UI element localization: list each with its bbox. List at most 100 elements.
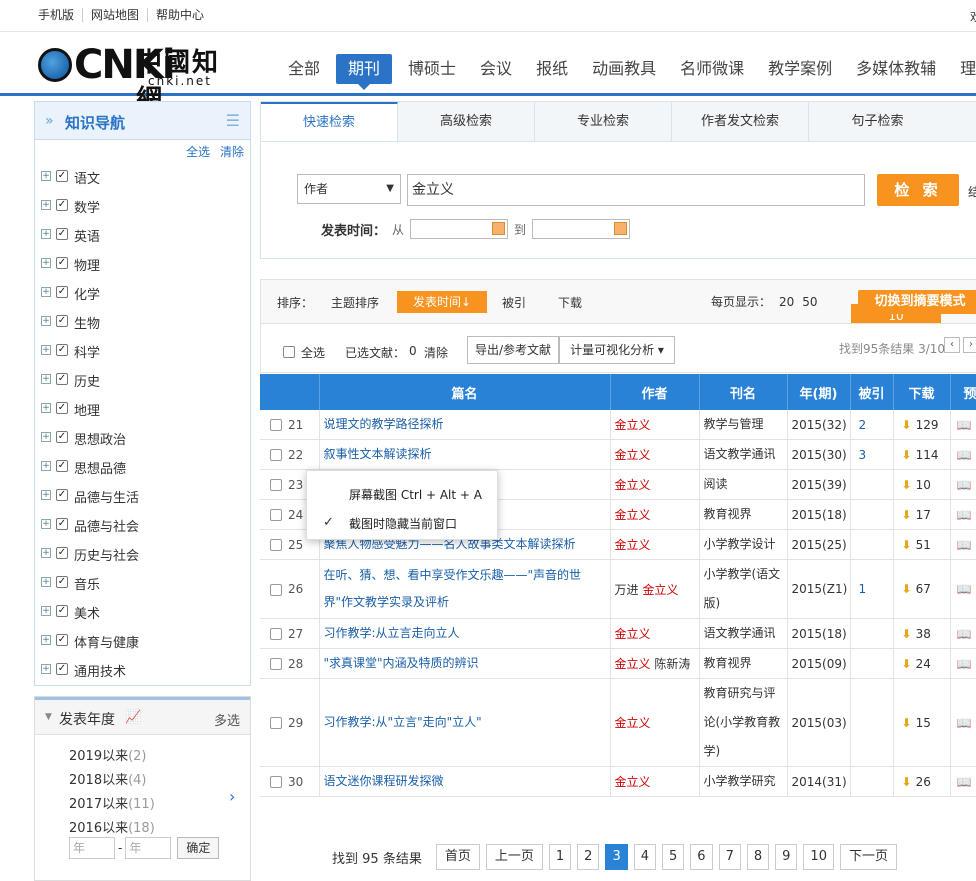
row-checkbox[interactable] [270, 658, 282, 670]
year-from-input[interactable]: 年 [69, 837, 115, 859]
expand-plus-icon[interactable]: + [41, 548, 51, 558]
nav-newspaper[interactable]: 报纸 [524, 54, 580, 84]
article-title-link[interactable]: 说理文的教学路径探析 [319, 410, 611, 440]
download-icon[interactable]: ⬇ [902, 538, 912, 552]
download-cell[interactable]: ⬇ 67 [893, 559, 951, 619]
subject-item[interactable]: + ✓ 思想政治 [35, 425, 250, 454]
tab-sentence-search[interactable]: 句子检索 [809, 102, 946, 141]
per-page-20[interactable]: 20 [779, 295, 794, 309]
page-number-button[interactable]: 1 [548, 844, 572, 870]
subject-item[interactable]: + ✓ 英语 [35, 222, 250, 251]
year-option[interactable]: 2019以来(2) [69, 745, 155, 769]
search-more-link[interactable]: 结 [968, 183, 976, 200]
author-link[interactable]: 金立义 [615, 508, 651, 522]
citation-count[interactable] [850, 648, 894, 679]
page-number-button[interactable]: 5 [662, 844, 685, 870]
table-row[interactable]: 27 习作教学:从立言走向立人 金立义 语文教学通讯 2015(18) ⬇ 38 📖 [260, 618, 976, 649]
subject-item[interactable]: + ✓ 体育与健康 [35, 628, 250, 657]
clear-link[interactable]: 清除 [220, 145, 244, 159]
subject-item[interactable]: + ✓ 品德与社会 [35, 512, 250, 541]
analysis-button[interactable]: 计量可视化分析 ▾ [559, 336, 675, 364]
author-link[interactable]: 金立义 [615, 538, 651, 552]
nav-thesis[interactable]: 博硕士 [396, 54, 468, 84]
year-issue[interactable]: 2015(09) [787, 648, 851, 679]
tab-author-search[interactable]: 作者发文检索 [672, 102, 809, 141]
preview-cell[interactable]: 📖 [950, 618, 976, 649]
article-title-link[interactable]: "求真课堂"内涵及特质的辨识 [319, 648, 611, 679]
subject-checkbox[interactable]: ✓ [56, 257, 68, 269]
collapse-triangle-icon[interactable]: ▼ [45, 712, 52, 722]
subject-item[interactable]: + ✓ 科学 [35, 338, 250, 367]
row-checkbox[interactable] [270, 479, 282, 491]
subject-item[interactable]: + ✓ 音乐 [35, 570, 250, 599]
subject-item[interactable]: + ✓ 美术 [35, 599, 250, 628]
subject-checkbox[interactable]: ✓ [56, 663, 68, 675]
double-chevron-icon[interactable]: » [45, 113, 54, 129]
mobile-link[interactable]: 手机版 [38, 8, 82, 22]
year-issue[interactable]: 2015(30) [787, 439, 851, 470]
sort-by-topic[interactable]: 主题排序 [331, 294, 379, 311]
per-page-50[interactable]: 50 [802, 295, 817, 309]
expand-plus-icon[interactable]: + [41, 345, 51, 355]
page-number-button[interactable]: 8 [746, 844, 770, 870]
page-number-button[interactable]: 3 [605, 844, 628, 870]
citation-count[interactable] [850, 499, 894, 530]
multi-select-link[interactable]: 多选 [214, 710, 240, 729]
subject-checkbox[interactable]: ✓ [56, 489, 68, 501]
page-number-button[interactable]: 10 [803, 844, 834, 870]
sort-by-date[interactable]: 发表时间↓ [397, 291, 487, 313]
preview-book-icon[interactable]: 📖 [957, 448, 972, 462]
row-checkbox[interactable] [270, 449, 282, 461]
table-row[interactable]: 30 语文迷你课程研发探微 金立义 小学教学研究 2014(31) ⬇ 26 📖 [260, 766, 976, 797]
row-checkbox[interactable] [270, 776, 282, 788]
download-icon[interactable]: ⬇ [902, 627, 912, 641]
expand-plus-icon[interactable]: + [41, 664, 51, 674]
row-checkbox[interactable] [270, 509, 282, 521]
expand-plus-icon[interactable]: + [41, 606, 51, 616]
citation-count[interactable]: 2 [850, 410, 894, 440]
preview-book-icon[interactable]: 📖 [957, 478, 972, 492]
calendar-icon[interactable] [614, 222, 628, 235]
subject-checkbox[interactable]: ✓ [56, 286, 68, 298]
preview-book-icon[interactable]: 📖 [957, 538, 972, 552]
journal-link[interactable]: 教育视界 [699, 648, 788, 679]
year-issue[interactable]: 2015(Z1) [787, 559, 851, 619]
download-icon[interactable]: ⬇ [902, 478, 912, 492]
tab-quick-search[interactable]: 快速检索 [261, 102, 398, 141]
cnki-logo[interactable]: CNKi 中國知網 cnki.net [36, 40, 246, 115]
preview-cell[interactable]: 📖 [950, 648, 976, 679]
preview-cell[interactable]: 📖 [950, 766, 976, 797]
sitemap-link[interactable]: 网站地图 [82, 8, 147, 22]
article-title-link[interactable]: 习作教学:从立言走向立人 [319, 618, 611, 649]
download-icon[interactable]: ⬇ [902, 508, 912, 522]
download-cell[interactable]: ⬇ 51 [893, 529, 951, 560]
table-row[interactable]: 22 叙事性文本解读探析 金立义 语文教学通讯 2015(30) 3 ⬇ 114 📖 [260, 439, 976, 470]
expand-plus-icon[interactable]: + [41, 287, 51, 297]
prev-page-button[interactable]: 上一页 [485, 844, 543, 870]
download-cell[interactable]: ⬇ 15 [893, 678, 951, 767]
preview-book-icon[interactable]: 📖 [957, 418, 972, 432]
subject-item[interactable]: + ✓ 物理 [35, 251, 250, 280]
preview-book-icon[interactable]: 📖 [957, 582, 972, 596]
nav-physics[interactable]: 理化 [948, 54, 976, 84]
nav-multimedia[interactable]: 多媒体教辅 [844, 54, 948, 84]
download-cell[interactable]: ⬇ 10 [893, 469, 951, 500]
row-checkbox[interactable] [270, 717, 282, 729]
expand-plus-icon[interactable]: + [41, 171, 51, 181]
next-page-icon[interactable]: › [963, 337, 976, 353]
row-checkbox[interactable] [270, 628, 282, 640]
journal-link[interactable]: 教育视界 [699, 499, 788, 530]
subject-checkbox[interactable]: ✓ [56, 605, 68, 617]
year-issue[interactable]: 2015(18) [787, 499, 851, 530]
subject-checkbox[interactable]: ✓ [56, 576, 68, 588]
citation-count[interactable] [850, 618, 894, 649]
table-row[interactable]: 29 习作教学:从"立言"走向"立人" 金立义 教育研究与评论(小学教育教学) 2015… [260, 678, 976, 767]
subject-item[interactable]: + ✓ 品德与生活 [35, 483, 250, 512]
subject-item[interactable]: + ✓ 化学 [35, 280, 250, 309]
download-cell[interactable]: ⬇ 38 [893, 618, 951, 649]
preview-book-icon[interactable]: 📖 [957, 657, 972, 671]
clear-selection-link[interactable]: 清除 [424, 344, 448, 361]
subject-checkbox[interactable]: ✓ [56, 518, 68, 530]
preview-book-icon[interactable]: 📖 [957, 508, 972, 522]
subject-checkbox[interactable]: ✓ [56, 460, 68, 472]
